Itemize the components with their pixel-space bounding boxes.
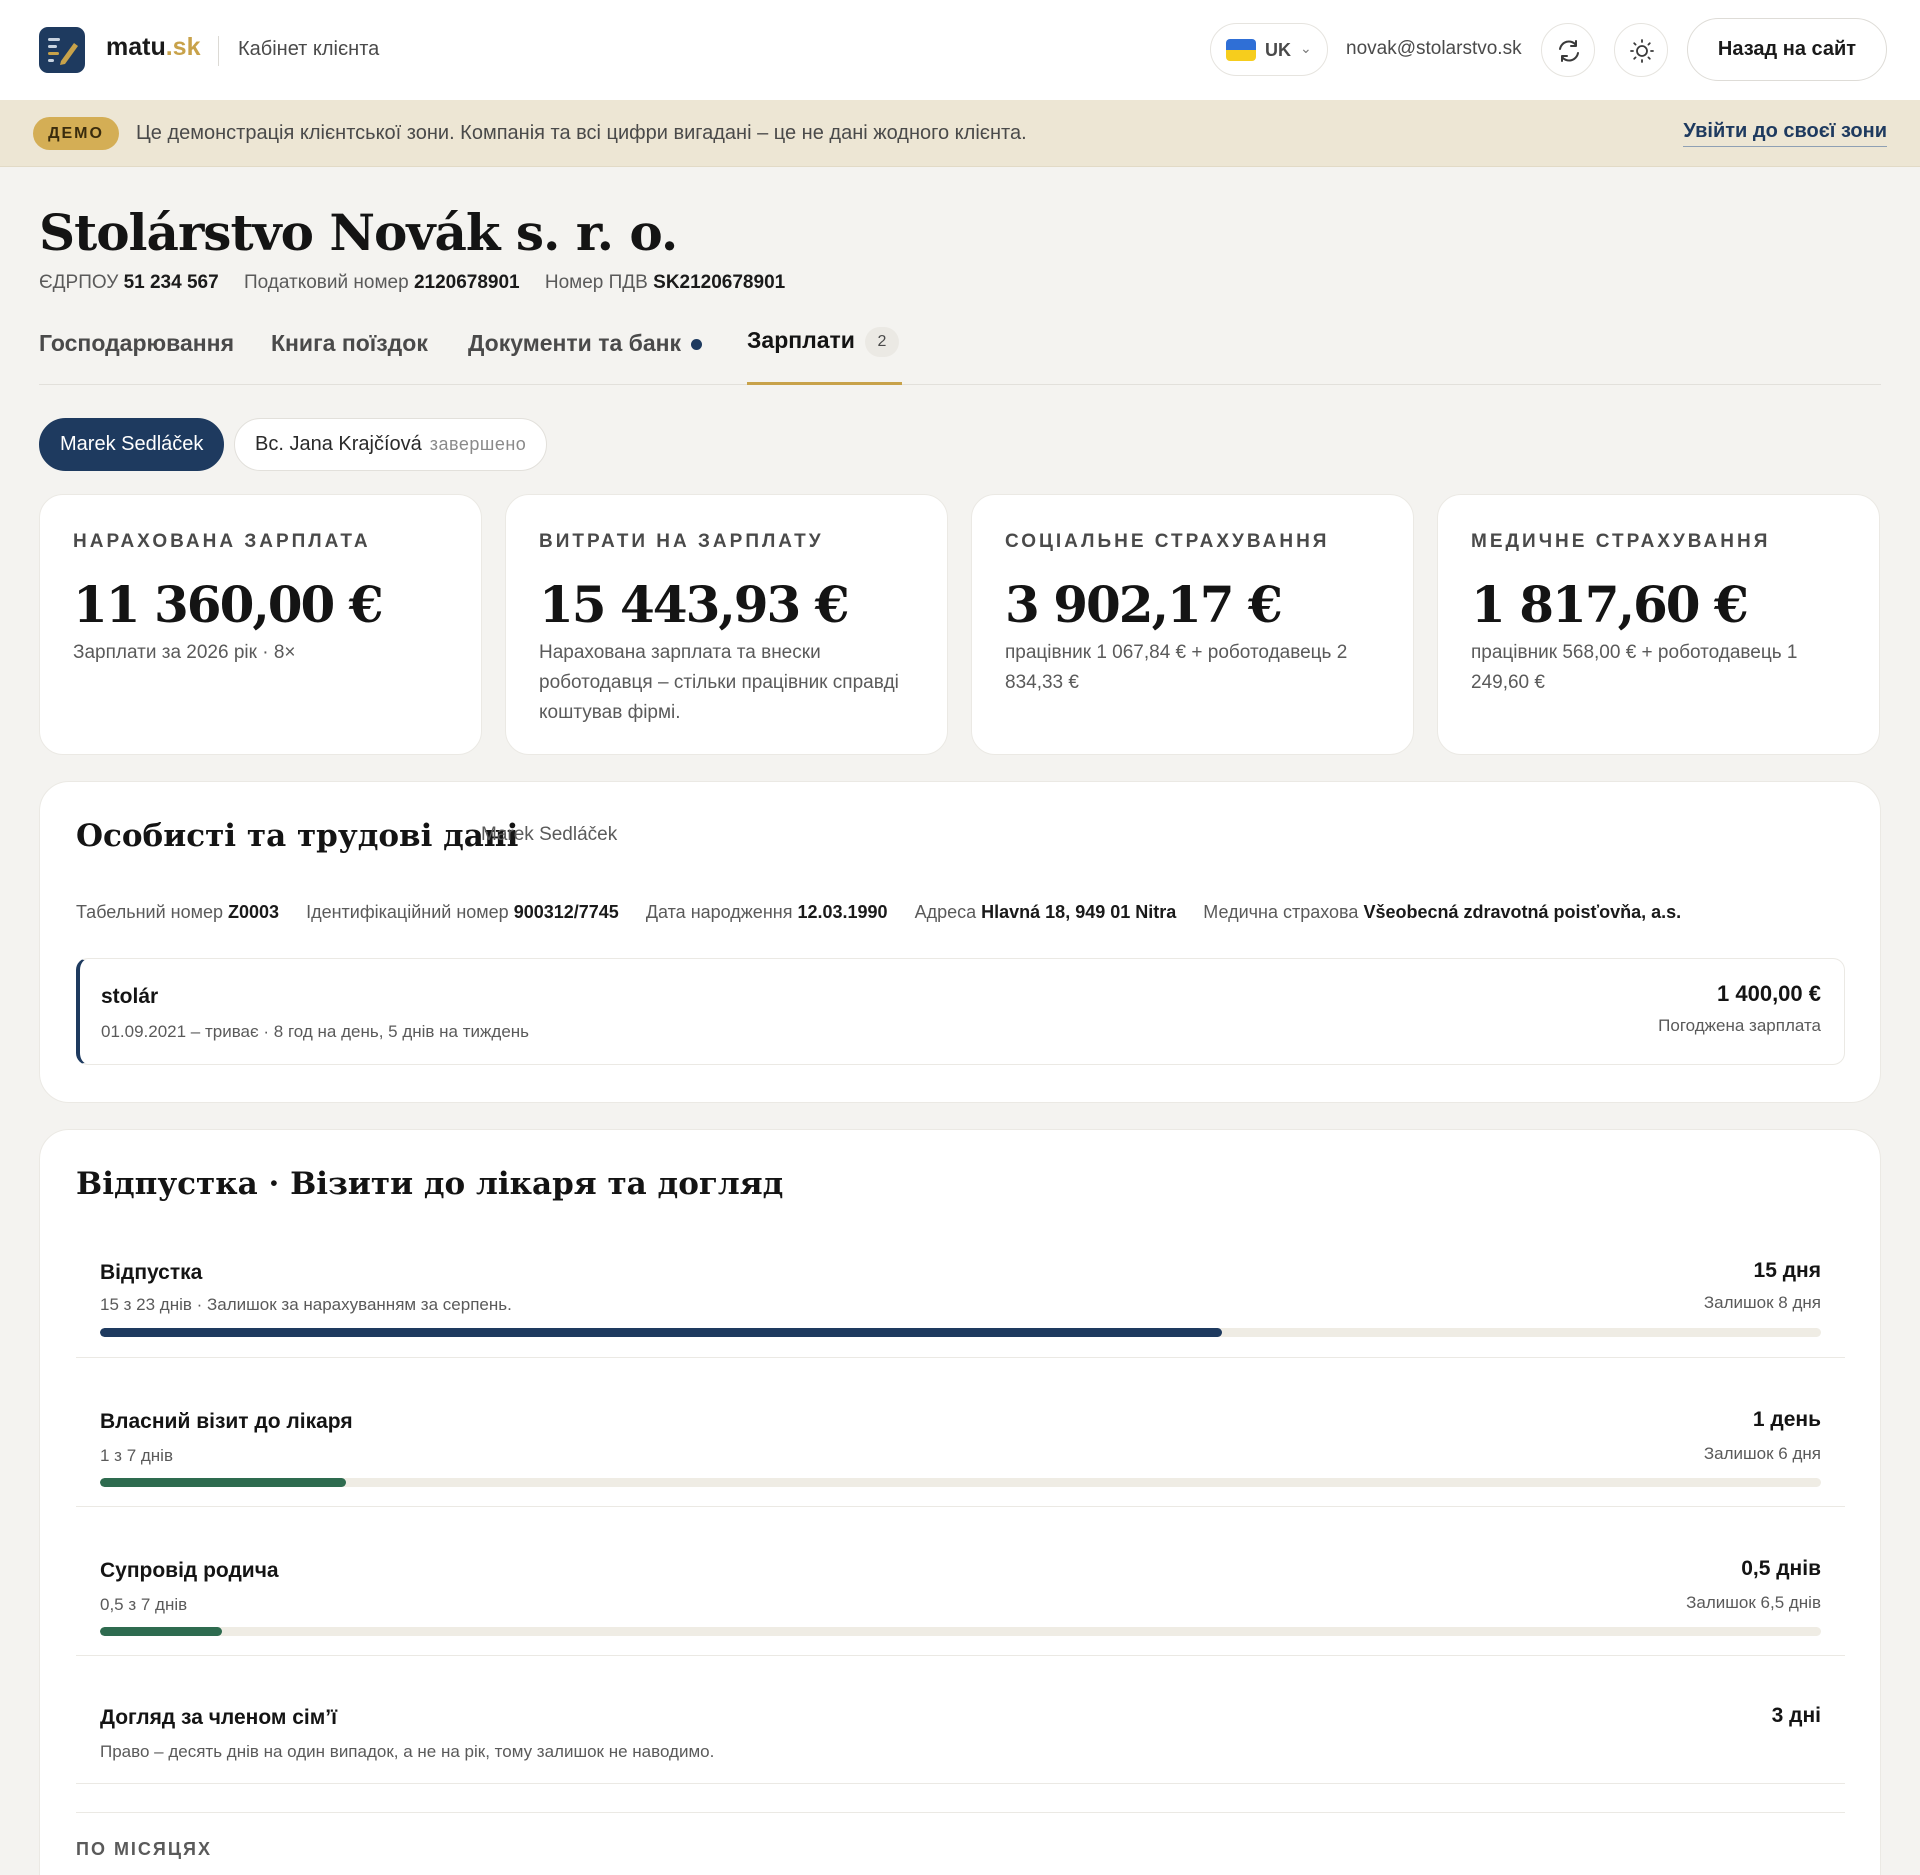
demo-text: Це демонстрація клієнтської зони. Компан… [136, 122, 1027, 144]
main-tabs: Господарювання Книга поїздок Документи т… [39, 327, 1881, 385]
progress-fill [100, 1478, 347, 1487]
stat-value: 1 817,60 € [1471, 575, 1749, 634]
brand-divider [218, 36, 219, 66]
leave-sub: Право – десять днів на один випадок, а н… [100, 1742, 715, 1761]
leave-name: Відпустка [100, 1261, 203, 1284]
personal-data-title: Особисті та трудові дані [76, 818, 519, 854]
leave-remaining: Залишок 8 дня [1703, 1293, 1821, 1312]
leave-remaining: Залишок 6 дня [1703, 1444, 1821, 1463]
stat-note: працівник 568,00 € + роботодавець 1 249,… [1471, 642, 1798, 693]
leave-remaining: Залишок 6,5 днів [1686, 1593, 1821, 1612]
personal-fields: Табельний номер Z0003 Ідентифікаційний н… [76, 902, 1703, 923]
progress-fill [100, 1627, 223, 1636]
leave-value: 0,5 днів [1741, 1557, 1821, 1580]
stat-note: Зарплати за 2026 рік · 8× [73, 642, 296, 663]
active-tab-indicator [747, 382, 902, 385]
leave-value: 15 дня [1753, 1259, 1821, 1282]
leave-sub: 1 з 7 днів [100, 1446, 173, 1465]
stat-card-social-insurance: СОЦІАЛЬНЕ СТРАХУВАННЯ 3 902,17 € працівн… [971, 494, 1414, 755]
leave-value: 3 дні [1771, 1704, 1821, 1727]
demo-banner: ДЕМО Це демонстрація клієнтської зони. К… [0, 100, 1920, 167]
user-email: novak@stolarstvo.sk [1346, 38, 1522, 59]
brand-name[interactable]: matu.sk [106, 33, 201, 62]
field-birth-date: Дата народження 12.03.1990 [645, 902, 888, 922]
employee-chip-marek[interactable]: Marek Sedláček [39, 418, 225, 471]
leave-row-relative-escort: Супровід родича 0,5 з 7 днів 0,5 днів За… [76, 1507, 1845, 1656]
progress-track [100, 1627, 1821, 1636]
demo-badge: ДЕМО [33, 117, 119, 150]
leave-row-vacation: Відпустка 15 з 23 днів · Залишок за нара… [76, 1253, 1845, 1358]
top-bar: matu.sk Кабінет клієнта UK ⌄ novak@stola… [0, 0, 1920, 100]
company-id-edrpou: ЄДРПОУ 51 234 567 [39, 272, 219, 293]
leave-panel: Відпустка · Візити до лікаря та догляд В… [39, 1129, 1881, 1875]
section-divider [76, 1812, 1845, 1813]
stat-label: НАРАХОВАНА ЗАРПЛАТА [73, 531, 371, 552]
stat-note: Нарахована зарплата та внески роботодавц… [539, 642, 899, 723]
notification-dot [691, 339, 703, 351]
refresh-icon [1559, 40, 1579, 62]
personal-data-employee: Marek Sedláček [481, 824, 618, 845]
employment-card: stolár 01.09.2021 – триває · 8 год на де… [76, 958, 1845, 1065]
field-id-number: Ідентифікаційний номер 900312/7745 [306, 902, 619, 922]
leave-row-doctor-visit: Власний візит до лікаря 1 з 7 днів 1 ден… [76, 1358, 1845, 1507]
progress-track [100, 1328, 1821, 1337]
leave-sub: 15 з 23 днів · Залишок за нарахуванням з… [100, 1295, 512, 1314]
job-position: stolár [101, 985, 159, 1008]
theme-toggle-button[interactable] [1614, 23, 1668, 77]
field-personnel-number: Табельний номер Z0003 [76, 902, 280, 922]
leave-value: 1 день [1752, 1408, 1821, 1431]
language-selector[interactable]: UK ⌄ [1210, 23, 1328, 76]
company-id-vat: Номер ПДВ SK2120678901 [544, 272, 786, 293]
refresh-button[interactable] [1541, 23, 1595, 77]
stat-card-salary-costs: ВИТРАТИ НА ЗАРПЛАТУ 15 443,93 € Нарахова… [505, 494, 948, 755]
chevron-down-icon: ⌄ [1300, 40, 1312, 56]
company-name: Stolárstvo Novák s. r. o. [39, 203, 678, 262]
login-own-zone-link[interactable]: Увійти до своєї зони [1683, 120, 1887, 147]
stat-note: працівник 1 067,84 € + роботодавець 2 83… [1005, 642, 1348, 693]
job-salary: 1 400,00 € [1717, 981, 1821, 1006]
job-salary-label: Погоджена зарплата [1658, 1016, 1821, 1035]
company-id-tax: Податковий номер 2120678901 [243, 272, 520, 293]
job-period: 01.09.2021 – триває · 8 год на день, 5 д… [101, 1022, 530, 1041]
employee-status: завершено [429, 434, 527, 454]
sun-icon [1630, 39, 1654, 63]
field-health-insurer: Медична страхова Všeobecná zdravotná poi… [1203, 902, 1682, 922]
leave-name: Догляд за членом сім’ї [100, 1706, 338, 1729]
back-to-site-button[interactable]: Назад на сайт [1687, 18, 1887, 81]
tab-trip-log[interactable]: Книга поїздок [271, 330, 428, 357]
stat-card-health-insurance: МЕДИЧНЕ СТРАХУВАННЯ 1 817,60 € працівник… [1437, 494, 1880, 755]
tab-documents-bank[interactable]: Документи та банк [468, 330, 703, 357]
leave-name: Власний візит до лікаря [100, 1410, 353, 1433]
cabinet-label: Кабінет клієнта [238, 38, 380, 60]
stat-value: 3 902,17 € [1005, 575, 1283, 634]
monthly-section-label: ПО МІСЯЦЯХ [76, 1839, 212, 1859]
company-ids: ЄДРПОУ 51 234 567 Податковий номер 21206… [39, 272, 805, 294]
progress-track [100, 1478, 1821, 1487]
leave-title: Відпустка · Візити до лікаря та догляд [76, 1166, 784, 1202]
language-code: UK [1265, 40, 1291, 60]
personal-data-panel: Особисті та трудові дані Marek Sedláček … [39, 781, 1881, 1103]
stat-card-gross-salary: НАРАХОВАНА ЗАРПЛАТА 11 360,00 € Зарплати… [39, 494, 482, 755]
tab-salaries[interactable]: Зарплати 2 [747, 327, 899, 357]
leave-name: Супровід родича [100, 1559, 279, 1582]
stat-label: МЕДИЧНЕ СТРАХУВАННЯ [1471, 531, 1771, 552]
stat-value: 11 360,00 € [73, 575, 384, 634]
progress-fill [100, 1328, 1223, 1337]
flag-ua-icon [1226, 39, 1256, 61]
leave-sub: 0,5 з 7 днів [100, 1595, 188, 1614]
tab-count-badge: 2 [864, 327, 899, 357]
stat-label: ВИТРАТИ НА ЗАРПЛАТУ [539, 531, 824, 552]
field-address: Адреса Hlavná 18, 949 01 Nitra [914, 902, 1177, 922]
stat-label: СОЦІАЛЬНЕ СТРАХУВАННЯ [1005, 531, 1330, 552]
logo-icon[interactable] [39, 27, 85, 73]
tab-business[interactable]: Господарювання [39, 330, 234, 357]
employee-chip-jana[interactable]: Bc. Jana Krajčíová завершено [234, 418, 548, 471]
leave-row-family-care: Догляд за членом сім’ї Право – десять дн… [76, 1656, 1845, 1784]
stat-value: 15 443,93 € [539, 575, 850, 634]
